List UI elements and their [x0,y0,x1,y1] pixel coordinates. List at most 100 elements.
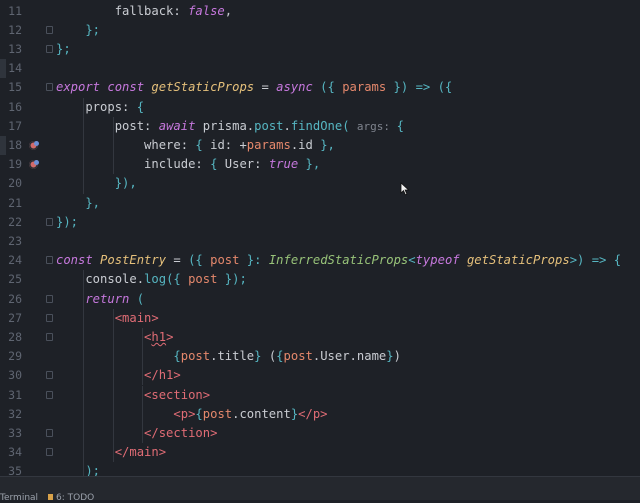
line-number: 32 [8,406,22,421]
mouse-pointer-icon [400,182,410,196]
code-line[interactable]: 29 {post.title} ({post.User.name}) [0,347,640,366]
fold-icon[interactable] [46,332,53,341]
code-text: }; [56,40,71,59]
code-token: prisma. [202,118,255,133]
code-line[interactable]: 13}; [0,40,640,59]
code-token: .title [210,349,255,364]
fold-icon[interactable] [46,313,53,322]
code-token: <p> [56,406,196,421]
code-line[interactable]: 16 props: { [0,98,640,117]
code-text: </section> [56,424,217,443]
code-line[interactable]: 26 return ( [0,290,640,309]
code-token: > [166,329,174,344]
code-line[interactable]: 19 include: { User: true }, [0,155,640,174]
code-token: <section> [56,387,211,402]
terminal-tab[interactable]: Terminal [0,493,38,503]
code-line[interactable]: 15 export const getStaticProps = async ({… [0,78,640,97]
code-token: ) [393,349,401,364]
code-token: id: + [210,137,247,152]
code-text: const PostEntry = ({ post }: InferredSta… [56,251,621,270]
code-line[interactable]: 31 <section> [0,386,640,405]
code-line[interactable]: 33 </section> [0,424,640,443]
code-token: ( [136,291,145,306]
code-line[interactable]: 12 }; [0,21,640,40]
code-token: }, [56,195,101,210]
code-line[interactable]: 14 [0,59,640,79]
breakpoint-icon[interactable] [29,160,39,170]
line-number: 14 [8,61,22,76]
fold-icon[interactable] [46,448,53,457]
status-bar: Terminal 6: TODO [0,476,640,503]
code-token: log [144,272,167,287]
line-number: 23 [8,233,22,248]
code-token: = [254,80,277,95]
code-text: console.log({ post }); [56,270,247,289]
code-token: </p> [298,406,328,421]
code-text: ); [56,462,100,476]
line-number: 19 [8,157,22,172]
code-line[interactable]: 21 }, [0,194,640,213]
line-number: 33 [8,425,22,440]
code-token: await [158,118,203,133]
code-token: </main> [56,445,167,460]
code-line[interactable]: 18 where: { id: +params.id }, [0,135,640,156]
code-line[interactable]: 30 </h1> [0,366,640,385]
fold-icon[interactable] [46,390,53,399]
code-token: { [195,137,211,152]
line-number: 11 [8,3,22,18]
code-token: }; [56,22,101,37]
line-number: 27 [8,310,22,325]
code-text: </h1> [56,366,181,385]
line-number: 25 [8,272,22,287]
code-token: getStaticProps [466,253,570,268]
code-token: ( [342,118,357,133]
code-text: return ( [56,290,144,309]
code-token: true [268,157,299,172]
fold-icon[interactable] [46,294,53,303]
line-number: 31 [8,387,22,402]
code-token: ( [261,349,277,364]
code-token: }); [56,214,79,229]
fold-icon[interactable] [46,83,53,92]
code-token: }) => ({ [386,80,453,95]
code-token: async [276,80,313,95]
breakpoint-icon[interactable] [29,140,39,150]
code-token: console. [56,272,145,287]
code-line[interactable]: 24 const PostEntry = ({ post }: InferredS… [0,251,640,270]
code-line[interactable]: 11 fallback: false, [0,2,640,21]
code-line[interactable]: 35 ); [0,462,640,476]
fold-icon[interactable] [46,217,53,226]
code-token: findOne [290,118,343,133]
code-line[interactable]: 28 <h1> [0,328,640,347]
fold-icon[interactable] [46,371,53,380]
line-number: 35 [8,464,22,476]
code-token: fallback: [56,3,189,18]
code-text: export const getStaticProps = async ({ p… [56,78,452,97]
todo-icon [48,494,53,500]
code-line[interactable]: 22}); [0,213,640,232]
line-number: 13 [8,41,22,56]
code-line[interactable]: 27 <main> [0,309,640,328]
code-line[interactable]: 34 </main> [0,443,640,462]
code-line[interactable]: 20 }), [0,174,640,193]
code-line[interactable]: 23 [0,232,640,251]
code-token: props: [56,99,137,114]
fold-icon[interactable] [46,25,53,34]
fold-icon[interactable] [46,428,53,437]
code-token: { [136,99,145,114]
code-editor[interactable]: 11 fallback: false, 12 }; 13}; 14 15 export c… [0,0,640,476]
code-token: { [276,349,284,364]
code-line[interactable]: 32 <p>{post.content}</p> [0,405,640,424]
code-token: false [188,3,225,18]
code-token: }); [217,272,247,287]
code-line[interactable]: 25 console.log({ post }); [0,270,640,289]
code-token: post [188,272,218,287]
todo-tab[interactable]: 6: TODO [56,493,94,503]
fold-icon[interactable] [46,44,53,53]
line-number: 30 [8,368,22,383]
code-token: < [56,329,152,344]
code-token: export const [56,80,152,95]
code-line[interactable]: 17 post: await prisma.post.findOne( args… [0,117,640,136]
fold-icon[interactable] [46,256,53,265]
code-token: }, [320,137,335,152]
